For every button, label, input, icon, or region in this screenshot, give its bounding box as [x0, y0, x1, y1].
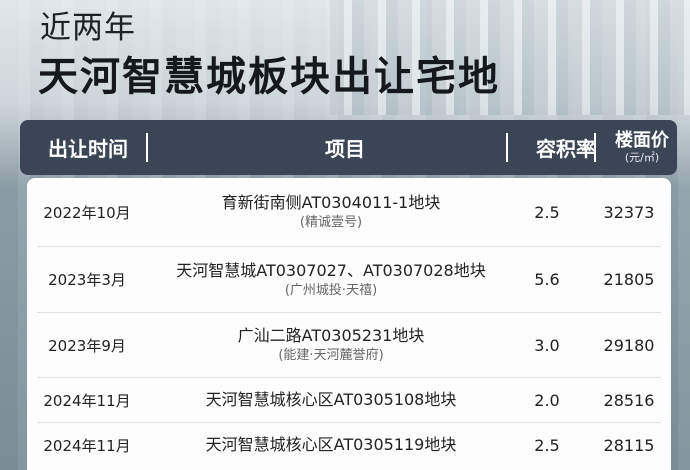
header-divider — [146, 133, 148, 162]
header-project: 项目 — [325, 137, 365, 161]
row-project-name: 天河智慧城AT0307027、AT0307028地块 — [176, 260, 486, 280]
header-divider — [594, 133, 596, 162]
row-far: 5.6 — [534, 270, 560, 289]
row-project: 天河智慧城AT0307027、AT0307028地块 (广州城投·天禧) — [155, 247, 507, 312]
row-project-sub: (能建·天河麓誉府) — [278, 348, 384, 363]
row-price: 32373 — [603, 202, 655, 222]
title-line2: 天河智慧城板块出让宅地 — [38, 54, 500, 100]
title-line1: 近两年 — [40, 10, 136, 46]
row-project: 天河智慧城核心区AT0305108地块 — [155, 378, 507, 422]
row-date: 2023年9月 — [48, 336, 126, 355]
row-price: 29180 — [603, 335, 655, 355]
row-date: 2023年3月 — [48, 271, 126, 289]
table-row: 2022年10月 育新街南侧AT0304011-1地块 (精诚壹号) 2.5 3… — [27, 178, 671, 246]
row-price: 28115 — [603, 435, 655, 455]
row-project: 天河智慧城核心区AT0305119地块 — [155, 423, 507, 467]
row-far: 3.0 — [534, 335, 560, 355]
header-date: 出让时间 — [48, 137, 128, 161]
table-header: 出让时间 项目 容积率 楼面价 (元/㎡) — [20, 120, 677, 175]
row-far: 2.5 — [534, 435, 560, 455]
row-project-sub: (广州城投·天禧) — [284, 282, 378, 298]
header-price: 楼面价 (元/㎡) — [610, 120, 674, 175]
header-price-label: 楼面价 — [615, 129, 669, 151]
table-row: 2024年11月 天河智慧城核心区AT0305119地块 2.5 28115 — [27, 423, 671, 467]
row-project-name: 天河智慧城核心区AT0305119地块 — [205, 435, 457, 454]
land-table: 2022年10月 育新街南侧AT0304011-1地块 (精诚壹号) 2.5 3… — [27, 178, 671, 470]
header-price-unit: (元/㎡) — [624, 150, 660, 164]
row-project-name: 广汕二路AT0305231地块 — [237, 326, 425, 345]
row-project-name: 天河智慧城核心区AT0305108地块 — [205, 390, 457, 409]
row-project: 育新街南侧AT0304011-1地块 (精诚壹号) — [155, 178, 507, 246]
row-date: 2024年11月 — [43, 436, 131, 455]
row-project: 广汕二路AT0305231地块 (能建·天河麓誉府) — [155, 313, 507, 377]
row-price: 21805 — [603, 270, 655, 289]
header-divider — [506, 133, 508, 162]
row-far: 2.5 — [534, 202, 560, 222]
row-project-name: 育新街南侧AT0304011-1地块 — [221, 193, 441, 212]
row-far: 2.0 — [534, 390, 560, 410]
row-project-sub: (精诚壹号) — [299, 215, 363, 230]
table-row: 2024年11月 天河智慧城核心区AT0305108地块 2.0 28516 — [27, 378, 671, 422]
row-price: 28516 — [603, 390, 655, 410]
table-row: 2023年3月 天河智慧城AT0307027、AT0307028地块 (广州城投… — [27, 247, 671, 312]
row-date: 2024年11月 — [43, 391, 131, 410]
row-date: 2022年10月 — [43, 203, 131, 222]
table-row: 2023年9月 广汕二路AT0305231地块 (能建·天河麓誉府) 3.0 2… — [27, 313, 671, 377]
